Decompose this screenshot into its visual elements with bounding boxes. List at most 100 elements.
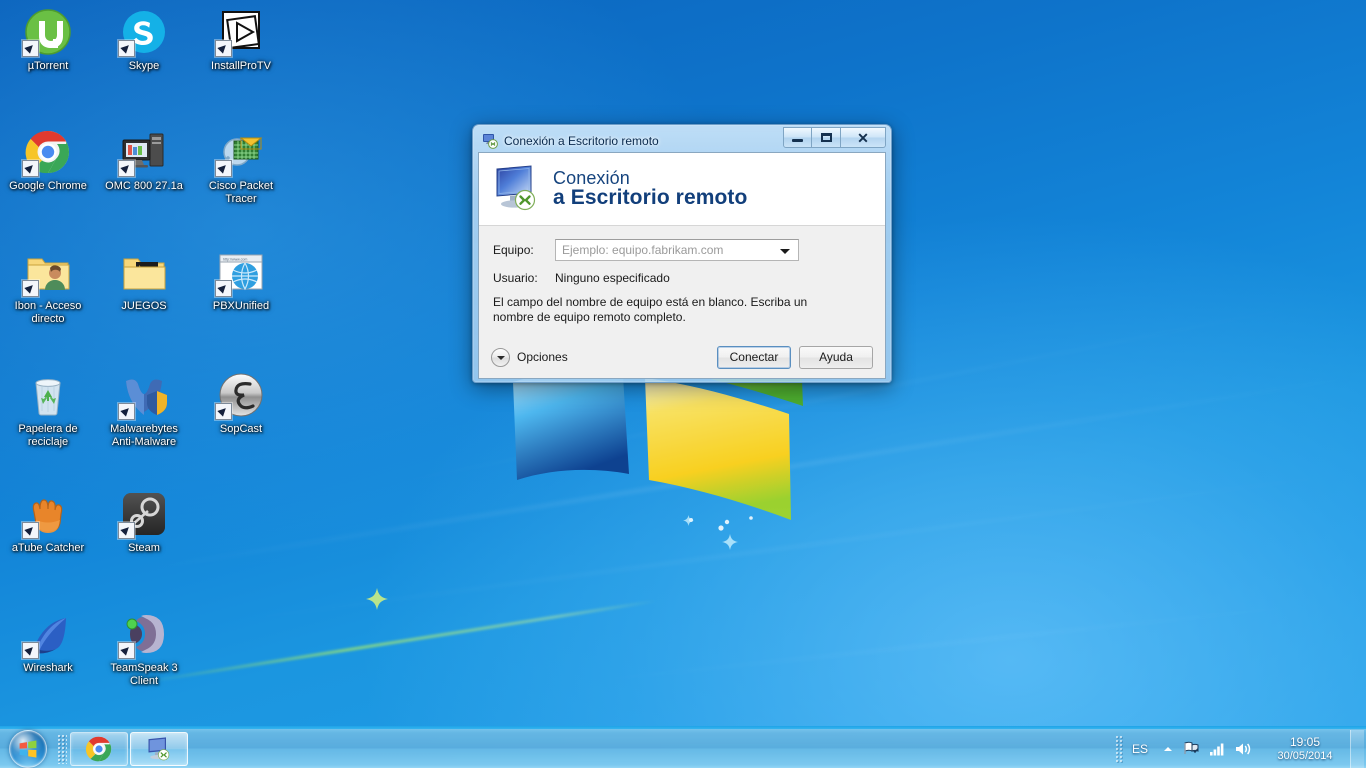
dialog-footer: Opciones Conectar Ayuda — [479, 336, 885, 378]
user-value: Ninguno especificado — [555, 271, 670, 285]
desktop-icon-pbxunified[interactable]: http://www.com PBXUnified — [193, 248, 289, 313]
wallpaper-sparkle — [366, 588, 388, 610]
shortcut-arrow-icon — [22, 40, 39, 57]
taskbar-button-rdp[interactable] — [130, 731, 188, 766]
user-row: Usuario: Ninguno especificado — [493, 271, 871, 285]
clock[interactable]: 19:05 30/05/2014 — [1266, 735, 1344, 763]
folder-icon — [120, 248, 168, 296]
desktop[interactable]: µTorrent Skype InstallProTV Google Chrom… — [0, 0, 1366, 768]
system-tray: ES 19:05 30/05/2014 — [1114, 729, 1366, 768]
help-button[interactable]: Ayuda — [799, 345, 873, 369]
volume-speaker-icon[interactable] — [1235, 741, 1253, 757]
desktop-icon-label: Cisco Packet Tracer — [208, 180, 274, 205]
shortcut-arrow-icon — [118, 642, 135, 659]
computer-icon — [118, 128, 168, 177]
window-title: Conexión a Escritorio remoto — [504, 133, 659, 148]
computer-combobox[interactable]: Ejemplo: equipo.fabrikam.com — [555, 239, 799, 261]
web-shortcut-icon: http://www.com — [215, 248, 265, 297]
action-center-flag-icon[interactable] — [1183, 740, 1200, 757]
shortcut-arrow-icon — [118, 522, 135, 539]
desktop-icon-label: aTube Catcher — [11, 542, 85, 554]
remote-desktop-icon — [483, 133, 498, 149]
desktop-icon-label: Wireshark — [23, 662, 73, 674]
desktop-icon-cisco-packet-tracer[interactable]: Cisco Packet Tracer — [193, 128, 289, 206]
desktop-icon-label: Google Chrome — [9, 180, 87, 192]
desktop-icon-atube-catcher[interactable]: aTube Catcher — [0, 490, 96, 555]
shortcut-arrow-icon — [22, 522, 39, 539]
chevron-down-icon[interactable] — [491, 347, 510, 367]
desktop-icon-installprotv[interactable]: InstallProTV — [193, 8, 289, 73]
computer-row: Equipo: Ejemplo: equipo.fabrikam.com — [493, 239, 871, 261]
heading-line-1: Conexión — [553, 167, 630, 188]
wallpaper-light-streak — [205, 466, 1366, 626]
desktop-icon-label: Papelera de reciclaje — [18, 423, 78, 448]
wallpaper-windows-logo — [513, 370, 803, 531]
chevron-down-icon[interactable] — [780, 249, 790, 254]
maximize-button[interactable] — [812, 127, 841, 148]
shortcut-arrow-icon — [118, 403, 135, 420]
desktop-icon-skype[interactable]: Skype — [96, 8, 192, 73]
desktop-icon-label: µTorrent — [27, 60, 69, 72]
taskbar-grip[interactable] — [57, 733, 67, 764]
shortcut-arrow-icon — [215, 403, 232, 420]
desktop-icon-malwarebytes[interactable]: Malwarebytes Anti-Malware — [96, 371, 192, 449]
form-hint-text: El campo del nombre de equipo está en bl… — [493, 295, 808, 324]
shortcut-arrow-icon — [215, 160, 232, 177]
shortcut-arrow-icon — [118, 40, 135, 57]
desktop-icon-juegos[interactable]: JUEGOS — [96, 248, 192, 313]
shortcut-arrow-icon — [215, 280, 232, 297]
desktop-icon-teamspeak-3[interactable]: TeamSpeak 3 Client — [96, 610, 192, 688]
skype-icon — [118, 8, 168, 57]
window-client-area: Conexión a Escritorio remoto Equipo: Eje… — [478, 152, 886, 379]
dialog-heading: Conexión a Escritorio remoto — [553, 167, 747, 210]
desktop-icon-sopcast[interactable]: SopCast — [193, 371, 289, 436]
user-label: Usuario: — [493, 271, 538, 285]
desktop-icon-steam[interactable]: Steam — [96, 490, 192, 555]
remote-desktop-icon — [148, 736, 170, 760]
sopcast-icon — [215, 371, 265, 420]
taskbar-button-chrome[interactable] — [70, 731, 128, 766]
shortcut-arrow-icon — [22, 160, 39, 177]
atube-catcher-icon — [22, 490, 72, 539]
desktop-icon-label: Malwarebytes Anti-Malware — [110, 423, 178, 448]
desktop-icon-recycle-bin[interactable]: Papelera de reciclaje — [0, 371, 96, 449]
clock-date: 30/05/2014 — [1277, 749, 1333, 762]
tray-grip[interactable] — [1114, 734, 1124, 763]
remote-desktop-connection-window[interactable]: Conexión a Escritorio remoto ✕ Conexión … — [472, 124, 892, 383]
installprotv-icon — [215, 8, 265, 57]
connect-button[interactable]: Conectar — [717, 345, 791, 369]
start-button[interactable] — [2, 729, 54, 768]
taskbar[interactable]: ES 19:05 30/05/2014 — [0, 726, 1366, 768]
language-indicator[interactable]: ES — [1132, 742, 1148, 756]
remote-desktop-monitor-icon — [496, 165, 536, 211]
desktop-icon-wireshark[interactable]: Wireshark — [0, 610, 96, 675]
computer-input[interactable]: Ejemplo: equipo.fabrikam.com — [562, 243, 723, 257]
user-folder-icon — [22, 248, 72, 297]
steam-icon — [118, 490, 168, 539]
options-toggle-button[interactable]: Opciones — [491, 347, 568, 367]
options-label: Opciones — [517, 350, 568, 364]
shortcut-arrow-icon — [22, 280, 39, 297]
packet-tracer-icon — [215, 128, 265, 177]
desktop-icon-label: Skype — [128, 60, 160, 72]
desktop-icon-label: Ibon - Acceso directo — [14, 300, 82, 325]
minimize-button[interactable] — [783, 127, 812, 148]
computer-label: Equipo: — [493, 243, 534, 257]
chevron-up-icon[interactable] — [1162, 743, 1174, 755]
network-signal-icon[interactable] — [1209, 741, 1226, 756]
show-desktop-button[interactable] — [1350, 729, 1364, 768]
wireshark-icon — [22, 610, 72, 659]
desktop-icon-google-chrome[interactable]: Google Chrome — [0, 128, 96, 193]
desktop-icon-label: TeamSpeak 3 Client — [110, 662, 178, 687]
desktop-icon-grid: µTorrent Skype InstallProTV Google Chrom… — [0, 0, 290, 700]
window-titlebar[interactable]: Conexión a Escritorio remoto ✕ — [478, 127, 886, 152]
desktop-icon-omc-800[interactable]: OMC 800 27.1a — [96, 128, 192, 193]
teamspeak-icon — [118, 610, 168, 659]
shortcut-arrow-icon — [22, 642, 39, 659]
shortcut-arrow-icon — [118, 160, 135, 177]
desktop-icon-ibon[interactable]: Ibon - Acceso directo — [0, 248, 96, 326]
desktop-icon-utorrent[interactable]: µTorrent — [0, 8, 96, 73]
malwarebytes-icon — [118, 371, 168, 420]
desktop-icon-label: Steam — [128, 542, 160, 554]
close-button[interactable]: ✕ — [841, 127, 886, 148]
